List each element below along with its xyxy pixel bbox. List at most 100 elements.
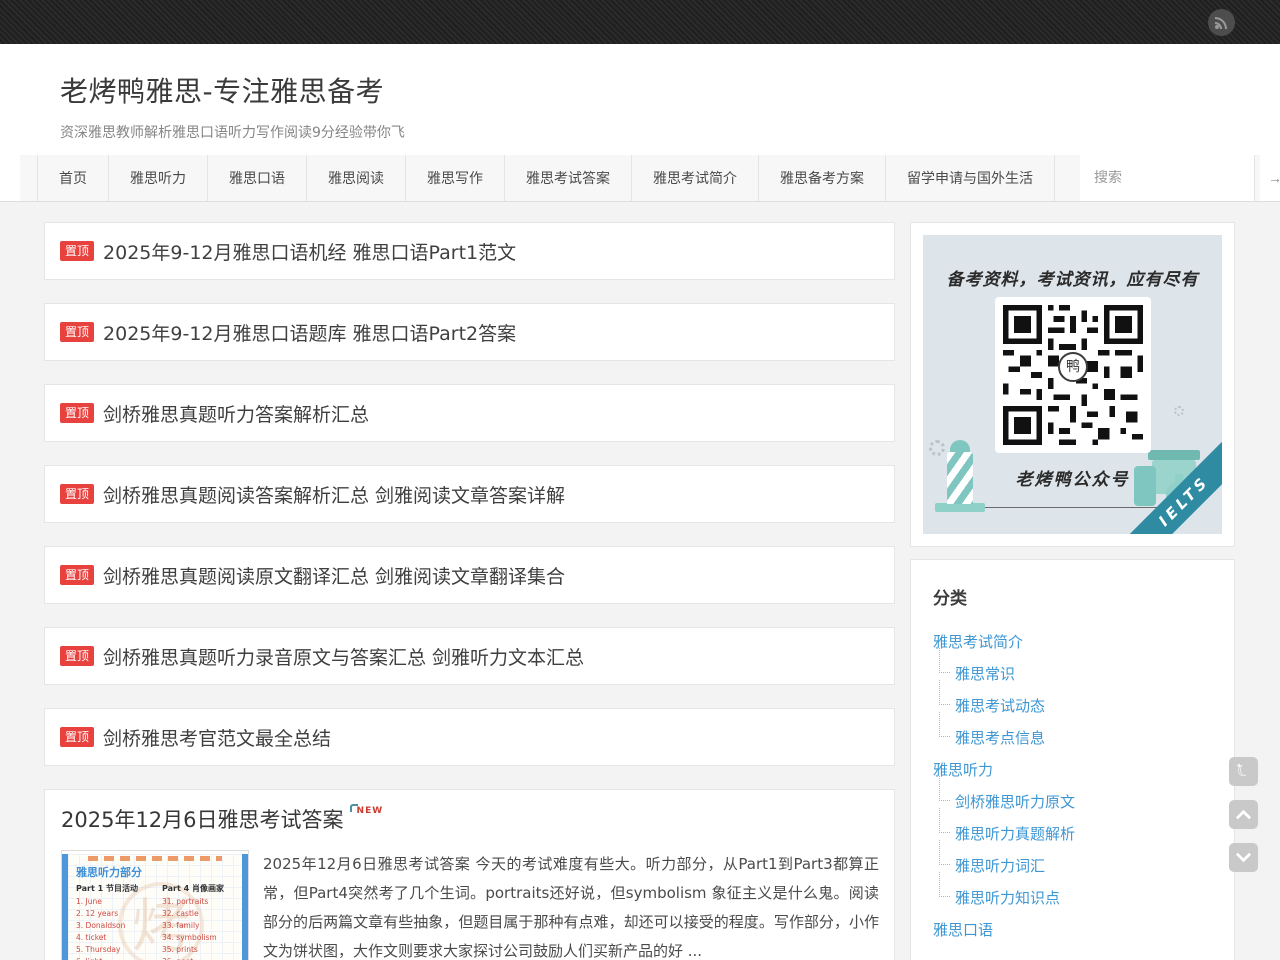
answer-line: 36. poet xyxy=(162,956,234,960)
category-item: 雅思听力 xyxy=(923,753,1222,785)
post-title-link[interactable]: 剑桥雅思真题阅读原文翻译汇总 剑雅阅读文章翻译集合 xyxy=(103,562,565,589)
post-title-link[interactable]: 剑桥雅思真题听力录音原文与答案汇总 剑雅听力文本汇总 xyxy=(103,643,584,670)
category-link[interactable]: 雅思口语 xyxy=(933,919,993,940)
gear-icon xyxy=(929,440,945,456)
answer-line: 6. light xyxy=(76,956,148,960)
rss-icon[interactable] xyxy=(1208,9,1235,36)
floating-buttons: ☾ ✦ xyxy=(1229,757,1258,872)
pinned-badge: 置顶 xyxy=(60,322,94,342)
category-link[interactable]: 雅思听力知识点 xyxy=(955,887,1060,908)
sheet-col1-header: Part 1 节目活动 xyxy=(76,883,148,894)
qr-promo-card: 备考资料，考试资讯，应有尽有 xyxy=(910,222,1235,547)
night-mode-button[interactable]: ☾ ✦ xyxy=(1229,757,1258,786)
pinned-post-card: 置顶 剑桥雅思真题阅读原文翻译汇总 剑雅阅读文章翻译集合 xyxy=(44,546,895,604)
categories-heading: 分类 xyxy=(933,584,1222,609)
answer-line: 32. castle xyxy=(162,908,234,920)
site-header: 老烤鸭雅思-专注雅思备考 资深雅思教师解析雅思口语听力写作阅读9分经验带你飞 xyxy=(0,44,1280,155)
answer-line: 34. symbolism xyxy=(162,932,234,944)
main-navigation: 首页 雅思听力 雅思口语 雅思阅读 雅思写作 雅思考试答案 雅思考试简介 雅思备… xyxy=(0,155,1280,202)
qr-top-text: 备考资料，考试资讯，应有尽有 xyxy=(923,265,1222,290)
post-title-link[interactable]: 剑桥雅思真题阅读答案解析汇总 剑雅阅读文章答案详解 xyxy=(103,481,565,508)
sheet-col-part1: Part 1 节目活动 1. June 2. 12 years 3. Donal… xyxy=(76,883,148,960)
answer-line: 31. portraits xyxy=(162,896,234,908)
sheet-cut-header xyxy=(88,856,222,861)
category-item: 雅思口语 xyxy=(923,913,1222,945)
scroll-to-top-button[interactable] xyxy=(1229,800,1258,829)
chevron-down-icon xyxy=(1236,847,1252,863)
nav-item-writing[interactable]: 雅思写作 xyxy=(406,155,505,201)
nav-item-listening[interactable]: 雅思听力 xyxy=(109,155,208,201)
nav-gap xyxy=(1055,155,1080,201)
category-item: 雅思听力知识点 xyxy=(923,881,1222,913)
search-form: → xyxy=(1080,155,1254,201)
nav-item-home[interactable]: 首页 xyxy=(38,155,109,201)
pinned-badge: 置顶 xyxy=(60,646,94,666)
lighthouse-base xyxy=(935,503,985,512)
pinned-badge: 置顶 xyxy=(60,565,94,585)
nav-item-exam-intro[interactable]: 雅思考试简介 xyxy=(632,155,759,201)
post-thumbnail[interactable]: 雅思听力部分 Part 1 节目活动 1. June 2. 12 years 3… xyxy=(61,850,249,960)
nav-item-exam-answers[interactable]: 雅思考试答案 xyxy=(505,155,632,201)
nav-item-speaking[interactable]: 雅思口语 xyxy=(208,155,307,201)
category-item: 雅思考试简介 xyxy=(923,625,1222,657)
qr-promo-image[interactable]: 备考资料，考试资讯，应有尽有 xyxy=(923,235,1222,534)
qr-center-logo: 鸭 xyxy=(1058,352,1088,382)
category-link[interactable]: 雅思考试动态 xyxy=(955,695,1045,716)
post-title-link[interactable]: 2025年9-12月雅思口语题库 雅思口语Part2答案 xyxy=(103,319,516,346)
qr-code: 鸭 xyxy=(995,297,1151,453)
categories-list: 雅思考试简介 雅思常识 雅思考试动态 雅思考点信息 雅思听力 剑桥雅思听力原文 … xyxy=(923,625,1222,945)
nav-item-reading[interactable]: 雅思阅读 xyxy=(307,155,406,201)
category-link[interactable]: 剑桥雅思听力原文 xyxy=(955,791,1075,812)
nav-item-study-abroad[interactable]: 留学申请与国外生活 xyxy=(886,155,1055,201)
content-area: 置顶 2025年9-12月雅思口语机经 雅思口语Part1范文 置顶 2025年… xyxy=(0,202,1280,960)
pinned-post-card: 置顶 剑桥雅思考官范文最全总结 xyxy=(44,708,895,766)
categories-widget: 分类 雅思考试简介 雅思常识 雅思考试动态 雅思考点信息 雅思听力 剑桥雅思听力… xyxy=(910,559,1235,960)
answer-line: 2. 12 years xyxy=(76,908,148,920)
pinned-post-card: 置顶 2025年9-12月雅思口语机经 雅思口语Part1范文 xyxy=(44,222,895,280)
search-input[interactable] xyxy=(1080,170,1268,186)
main-column: 置顶 2025年9-12月雅思口语机经 雅思口语Part1范文 置顶 2025年… xyxy=(44,222,895,960)
post-title-link[interactable]: 剑桥雅思真题听力答案解析汇总 xyxy=(103,400,369,427)
latest-post-card: 2025年12月6日雅思考试答案 NEW 雅思听力部分 Part 1 节目活动 … xyxy=(44,789,895,960)
sheet-col-part4: Part 4 肖像画家 31. portraits 32. castle 33.… xyxy=(162,883,234,960)
new-badge-icon: NEW xyxy=(350,806,384,816)
post-excerpt: 2025年12月6日雅思考试答案 今天的考试难度有些大。听力部分，从Part1到… xyxy=(263,850,879,960)
rss-dot xyxy=(1215,25,1219,29)
answer-line: 3. Donaldson xyxy=(76,920,148,932)
post-title-link[interactable]: 剑桥雅思考官范文最全总结 xyxy=(103,724,331,751)
search-submit-arrow-icon[interactable]: → xyxy=(1268,170,1280,186)
category-item: 雅思考点信息 xyxy=(923,721,1222,753)
nav-spacer xyxy=(20,155,38,201)
answer-line: 33. family xyxy=(162,920,234,932)
site-tagline: 资深雅思教师解析雅思口语听力写作阅读9分经验带你飞 xyxy=(60,122,1280,142)
star-icon: ✦ xyxy=(1236,762,1242,770)
sheet-col2-header: Part 4 肖像画家 xyxy=(162,883,234,894)
category-item: 雅思听力真题解析 xyxy=(923,817,1222,849)
site-title[interactable]: 老烤鸭雅思-专注雅思备考 xyxy=(60,70,1280,110)
category-link[interactable]: 雅思常识 xyxy=(955,663,1015,684)
answer-line: 35. prints xyxy=(162,944,234,956)
answer-line: 4. ticket xyxy=(76,932,148,944)
pinned-post-card: 置顶 2025年9-12月雅思口语题库 雅思口语Part2答案 xyxy=(44,303,895,361)
chevron-up-icon xyxy=(1236,810,1252,826)
qr-divider-line xyxy=(985,507,1161,508)
sheet-section-title: 雅思听力部分 xyxy=(76,864,234,880)
pinned-badge: 置顶 xyxy=(60,241,94,261)
scroll-to-bottom-button[interactable] xyxy=(1229,843,1258,872)
pinned-badge: 置顶 xyxy=(60,727,94,747)
answer-line: 1. June xyxy=(76,896,148,908)
post-title-link[interactable]: 2025年9-12月雅思口语机经 雅思口语Part1范文 xyxy=(103,238,516,265)
sidebar: 备考资料，考试资讯，应有尽有 xyxy=(910,222,1235,960)
nav-filler xyxy=(1254,155,1260,201)
latest-post-body: 雅思听力部分 Part 1 节目活动 1. June 2. 12 years 3… xyxy=(61,850,879,960)
gear-small-icon xyxy=(1174,406,1184,416)
category-item: 雅思听力词汇 xyxy=(923,849,1222,881)
category-link[interactable]: 雅思考点信息 xyxy=(955,727,1045,748)
top-bar xyxy=(0,0,1280,44)
category-link[interactable]: 雅思听力真题解析 xyxy=(955,823,1075,844)
page: 老烤鸭雅思-专注雅思备考 资深雅思教师解析雅思口语听力写作阅读9分经验带你飞 首… xyxy=(0,0,1280,960)
nav-item-prep-plan[interactable]: 雅思备考方案 xyxy=(759,155,886,201)
category-link[interactable]: 雅思听力词汇 xyxy=(955,855,1045,876)
latest-post-title[interactable]: 2025年12月6日雅思考试答案 xyxy=(61,804,344,834)
pinned-badge: 置顶 xyxy=(60,484,94,504)
